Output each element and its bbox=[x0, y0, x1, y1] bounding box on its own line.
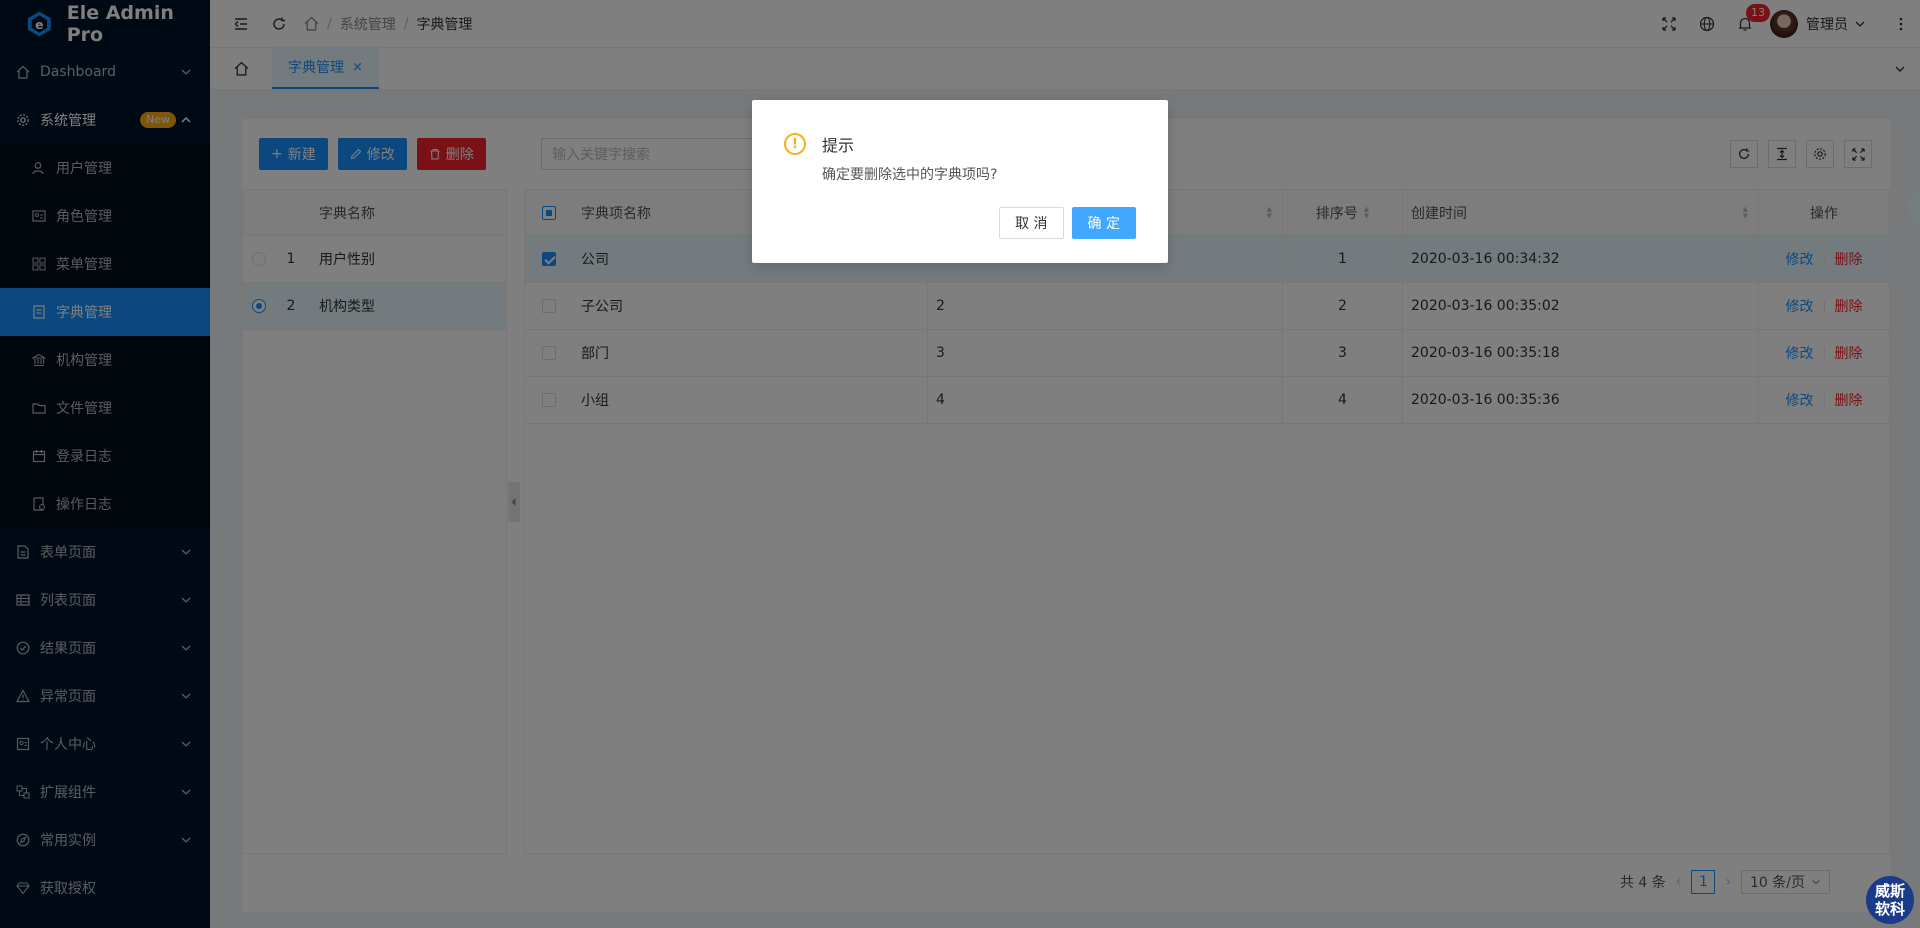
cancel-button[interactable]: 取 消 bbox=[999, 207, 1064, 239]
confirm-button[interactable]: 确 定 bbox=[1071, 207, 1136, 239]
dialog-title: 提示 bbox=[822, 136, 855, 155]
exclamation-circle-icon: ! bbox=[784, 133, 806, 155]
watermark-text: 威斯 bbox=[1874, 882, 1905, 900]
dialog-message: 确定要删除选中的字典项吗? bbox=[822, 167, 998, 183]
watermark-text: 软科 bbox=[1874, 900, 1905, 918]
confirm-dialog: ! 提示 确定要删除选中的字典项吗? 取 消 确 定 bbox=[752, 100, 1168, 263]
watermark-logo: 威斯 软科 bbox=[1866, 876, 1914, 924]
